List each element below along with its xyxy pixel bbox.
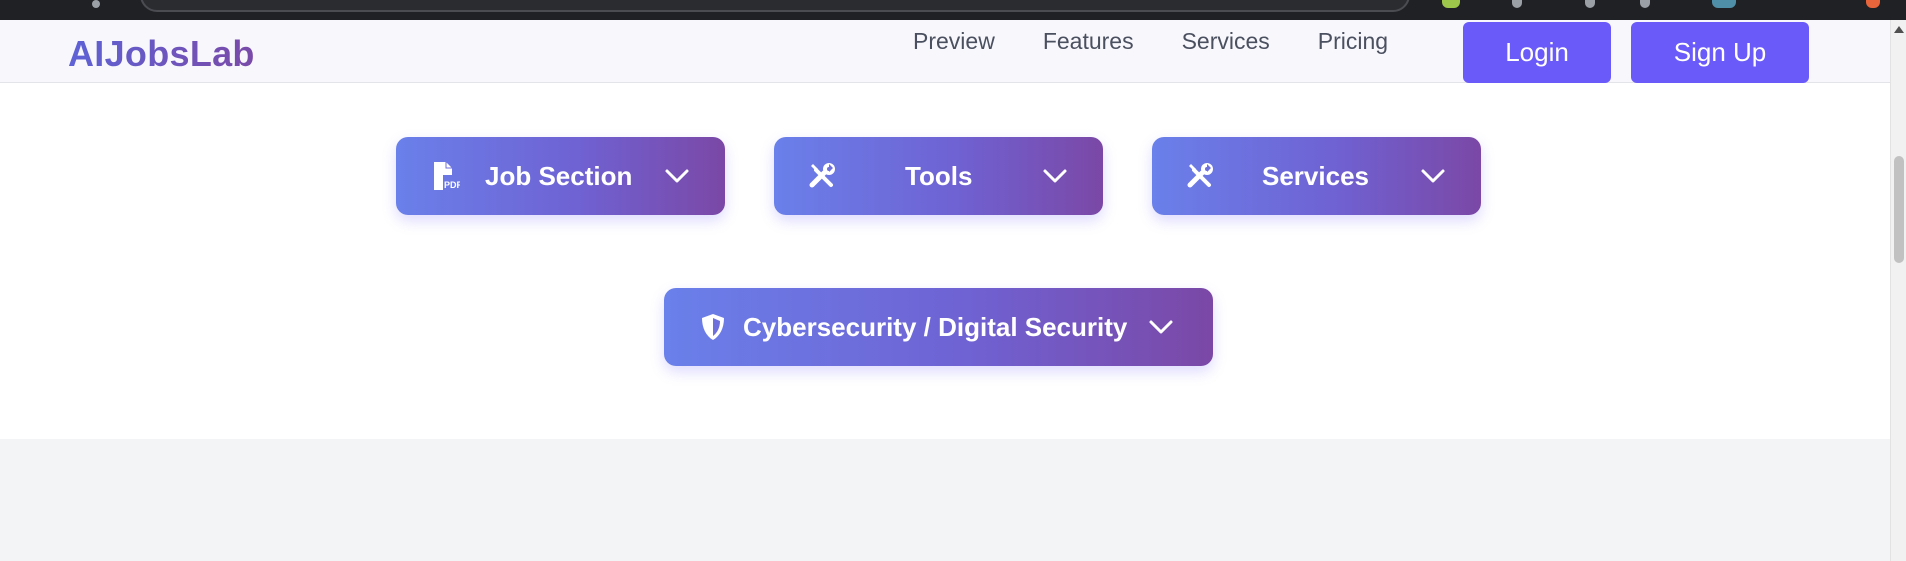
job-section-label: Job Section xyxy=(485,161,633,191)
page-scrollbar[interactable] xyxy=(1890,20,1906,561)
chevron-down-icon xyxy=(1421,169,1445,183)
nav-link-features[interactable]: Features xyxy=(1043,28,1134,55)
tools-label: Tools xyxy=(905,161,973,191)
site-navbar: AIJobsLab Preview Features Services Pric… xyxy=(0,20,1890,83)
nav-links: Preview Features Services Pricing xyxy=(913,28,1388,55)
extension-star-icon[interactable] xyxy=(1442,0,1460,8)
shield-icon xyxy=(702,314,724,340)
nav-link-preview[interactable]: Preview xyxy=(913,28,995,55)
cybersecurity-dropdown[interactable]: Cybersecurity / Digital Security xyxy=(664,288,1213,366)
chevron-down-icon xyxy=(1149,320,1173,334)
chevron-down-icon xyxy=(665,169,689,183)
svg-text:PDF: PDF xyxy=(444,180,460,190)
brand-logo[interactable]: AIJobsLab xyxy=(68,33,255,75)
extension-icon[interactable] xyxy=(1512,0,1522,8)
reload-icon[interactable] xyxy=(92,0,100,8)
cybersecurity-label: Cybersecurity / Digital Security xyxy=(743,312,1128,342)
extension-icon[interactable] xyxy=(1640,0,1650,8)
scroll-up-arrow-icon[interactable] xyxy=(1894,26,1904,33)
services-label: Services xyxy=(1262,161,1369,191)
profile-avatar-icon[interactable] xyxy=(1712,0,1736,8)
chevron-down-icon xyxy=(1043,169,1067,183)
extension-icon[interactable] xyxy=(1866,0,1880,8)
login-button[interactable]: Login xyxy=(1463,22,1611,83)
tools-icon xyxy=(809,163,835,188)
address-bar[interactable] xyxy=(140,0,1410,12)
browser-toolbar xyxy=(0,0,1906,20)
nav-link-pricing[interactable]: Pricing xyxy=(1318,28,1388,55)
services-dropdown[interactable]: Services xyxy=(1152,137,1481,215)
pdf-file-icon: PDF xyxy=(434,162,460,190)
nav-link-services[interactable]: Services xyxy=(1182,28,1270,55)
extension-icon[interactable] xyxy=(1585,0,1595,8)
job-section-dropdown[interactable]: PDF Job Section xyxy=(396,137,725,215)
tools-dropdown[interactable]: Tools xyxy=(774,137,1103,215)
tools-icon xyxy=(1187,163,1213,188)
signup-button[interactable]: Sign Up xyxy=(1631,22,1809,83)
scroll-thumb[interactable] xyxy=(1894,156,1904,263)
